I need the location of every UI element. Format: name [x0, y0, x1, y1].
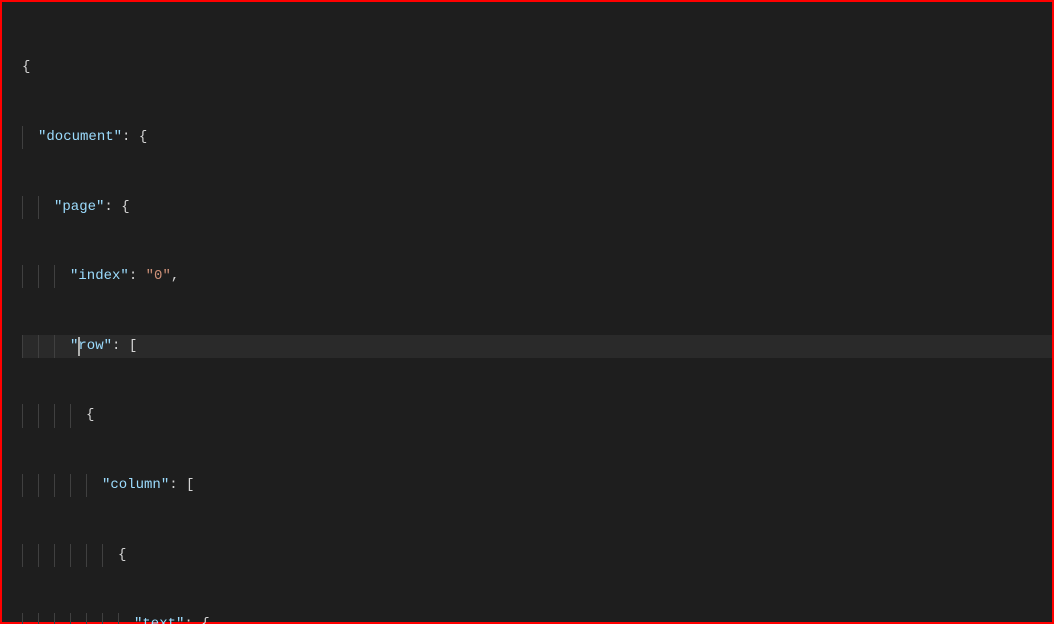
json-value: 0 [154, 268, 162, 284]
json-key: column [110, 477, 160, 493]
code-line: { [22, 404, 1052, 427]
code-line-active: "row": [ [22, 335, 1052, 358]
text-cursor [78, 337, 80, 356]
json-key: text [142, 616, 176, 624]
code-line: "column": [ [22, 474, 1052, 497]
json-key: row [78, 338, 103, 354]
json-key: page [62, 199, 96, 215]
code-line: "index": "0", [22, 265, 1052, 288]
code-line: "text": { [22, 613, 1052, 624]
json-key: document [46, 129, 113, 145]
code-line: "page": { [22, 196, 1052, 219]
code-line: { [22, 544, 1052, 567]
code-editor[interactable]: { "document": { "page": { "index": "0", … [2, 2, 1052, 624]
json-key: index [78, 268, 120, 284]
code-line: "document": { [22, 126, 1052, 149]
code-line: { [22, 56, 1052, 79]
